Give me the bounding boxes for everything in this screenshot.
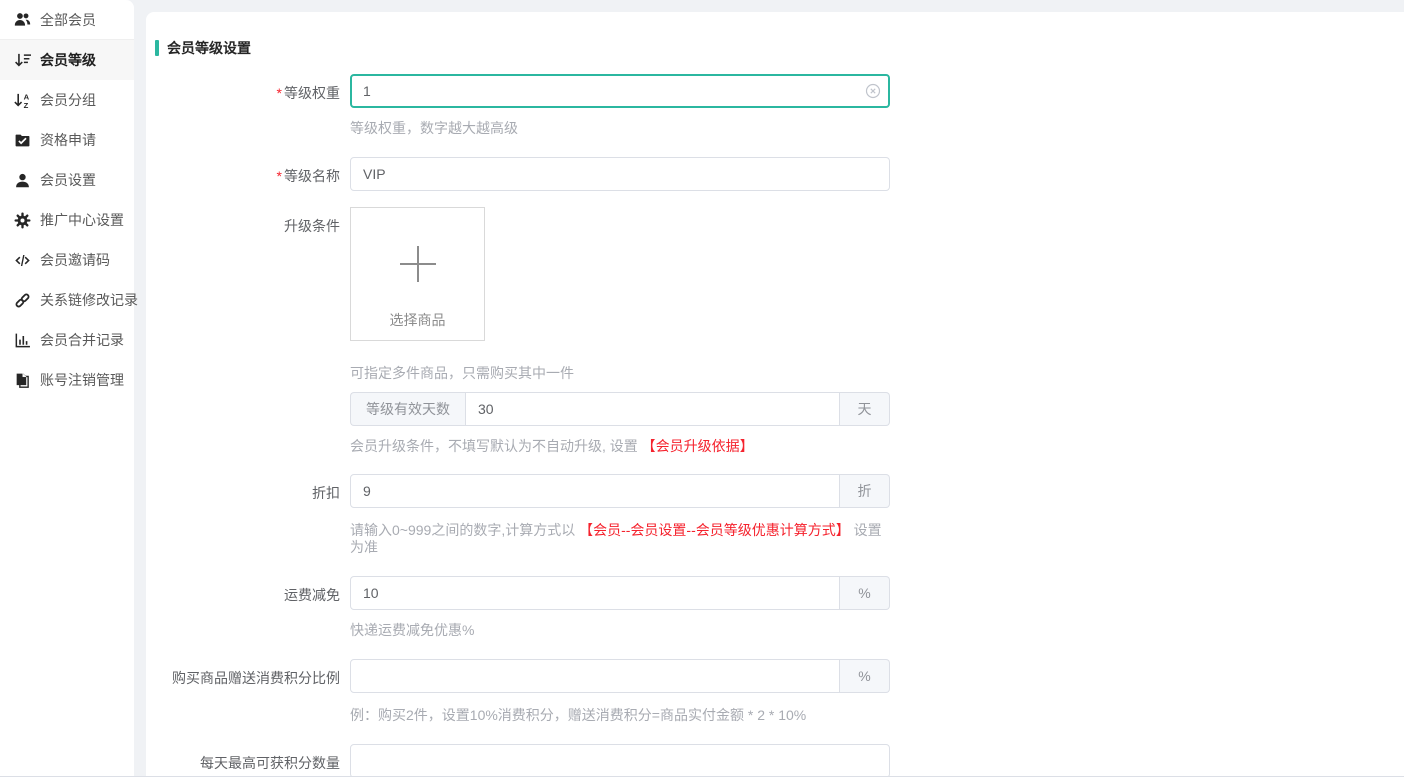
bottom-divider xyxy=(0,776,1404,780)
upgrade-basis-link[interactable]: 【会员升级依据】 xyxy=(642,438,754,454)
sidebar-item-label: 推广中心设置 xyxy=(40,210,124,230)
sidebar-item-relation-log[interactable]: 关系链修改记录 xyxy=(0,280,134,320)
sidebar-item-account-cancel[interactable]: 账号注销管理 xyxy=(0,360,134,400)
points-ratio-group: % xyxy=(350,659,890,693)
discount-group: 折 xyxy=(350,474,890,508)
file-copy-icon xyxy=(14,372,31,389)
shipping-group: % xyxy=(350,576,890,610)
helper-text: 例：购买2件，设置10%消费积分，赠送消费积分=商品实付金额 * 2 * 10% xyxy=(350,707,890,724)
sidebar-item-qualification[interactable]: 资格申请 xyxy=(0,120,134,160)
main-panel: 会员等级设置 *等级权重 等级权重，数字越大越高级 xyxy=(146,12,1404,780)
plus-icon xyxy=(400,246,436,282)
sidebar-item-label: 资格申请 xyxy=(40,130,96,150)
sort-amount-icon xyxy=(14,52,31,69)
helper-text: 请输入0~999之间的数字,计算方式以 【会员--会员设置--会员等级优惠计算方… xyxy=(350,522,890,556)
discount-calc-link[interactable]: 【会员--会员设置--会员等级优惠计算方式】 xyxy=(579,522,850,538)
sidebar: 全部会员 会员等级 AZ 会员分组 资格申请 会员设置 xyxy=(0,0,134,780)
sidebar-item-all-members[interactable]: 全部会员 xyxy=(0,0,134,40)
required-asterisk: * xyxy=(277,168,282,184)
sort-alpha-icon: AZ xyxy=(14,92,31,109)
sidebar-item-label: 关系链修改记录 xyxy=(40,290,138,310)
sidebar-item-label: 会员设置 xyxy=(40,170,96,190)
form-row-upgrade-condition: 升级条件 选择商品 可指定多件商品，只需购买其中一件 等级有效天数 天 会员升级… xyxy=(146,207,1404,455)
member-level-form: *等级权重 等级权重，数字越大越高级 *等级名称 xyxy=(146,74,1404,780)
daily-points-max-input[interactable] xyxy=(350,744,890,778)
title-accent-bar xyxy=(155,40,159,56)
field-label: 每天最高可获积分数量 xyxy=(146,744,340,780)
sidebar-item-member-levels[interactable]: 会员等级 xyxy=(0,40,134,80)
points-ratio-input[interactable] xyxy=(350,659,840,693)
bar-chart-icon xyxy=(14,332,31,349)
points-ratio-unit: % xyxy=(840,659,890,693)
folder-check-icon xyxy=(14,132,31,149)
valid-days-unit: 天 xyxy=(840,392,890,426)
form-row-discount: 折扣 折 请输入0~999之间的数字,计算方式以 【会员--会员设置--会员等级… xyxy=(146,474,1404,556)
helper-text: 等级权重，数字越大越高级 xyxy=(350,120,890,137)
helper-text: 会员升级条件，不填写默认为不自动升级, 设置 【会员升级依据】 xyxy=(350,438,890,455)
sidebar-item-label: 会员等级 xyxy=(40,50,96,70)
sidebar-item-label: 会员邀请码 xyxy=(40,250,110,270)
sidebar-item-promotion-settings[interactable]: 推广中心设置 xyxy=(0,200,134,240)
discount-unit: 折 xyxy=(840,474,890,508)
clear-input-icon[interactable] xyxy=(865,83,881,99)
sidebar-item-label: 会员合并记录 xyxy=(40,330,124,350)
form-row-level-weight: *等级权重 等级权重，数字越大越高级 xyxy=(146,74,1404,137)
field-label: *等级名称 xyxy=(146,157,340,191)
field-label: 购买商品赠送消费积分比例 xyxy=(146,659,340,724)
form-row-daily-points-max: 每天最高可获积分数量 填0或者不填即不限制, (商品赠送、订单赠送、后台充值、充… xyxy=(146,744,1404,780)
form-row-level-name: *等级名称 xyxy=(146,157,1404,191)
form-row-shipping-discount: 运费减免 % 快递运费减免优惠% xyxy=(146,576,1404,639)
valid-days-group: 等级有效天数 天 xyxy=(350,392,890,426)
sidebar-item-member-settings[interactable]: 会员设置 xyxy=(0,160,134,200)
sidebar-item-label: 会员分组 xyxy=(40,90,96,110)
shipping-discount-input[interactable] xyxy=(350,576,840,610)
field-label: 运费减免 xyxy=(146,576,340,639)
field-label: 升级条件 xyxy=(146,207,340,455)
discount-input[interactable] xyxy=(350,474,840,508)
form-row-points-ratio: 购买商品赠送消费积分比例 % 例：购买2件，设置10%消费积分，赠送消费积分=商… xyxy=(146,659,1404,724)
helper-text: 快递运费减免优惠% xyxy=(350,622,890,639)
sidebar-item-merge-log[interactable]: 会员合并记录 xyxy=(0,320,134,360)
helper-text: 可指定多件商品，只需购买其中一件 xyxy=(350,365,890,382)
valid-days-input[interactable] xyxy=(465,392,840,426)
level-weight-input[interactable] xyxy=(350,74,890,108)
sidebar-item-invite-code[interactable]: 会员邀请码 xyxy=(0,240,134,280)
sidebar-item-member-groups[interactable]: AZ 会员分组 xyxy=(0,80,134,120)
sidebar-item-label: 全部会员 xyxy=(40,10,96,30)
link-icon xyxy=(14,292,31,309)
users-icon xyxy=(14,11,31,28)
required-asterisk: * xyxy=(277,85,282,101)
code-icon xyxy=(14,252,31,269)
gear-icon xyxy=(14,212,31,229)
valid-days-prepend-label: 等级有效天数 xyxy=(350,392,465,426)
select-product-button[interactable]: 选择商品 xyxy=(350,207,485,341)
app-root: 全部会员 会员等级 AZ 会员分组 资格申请 会员设置 xyxy=(0,0,1404,780)
level-name-input[interactable] xyxy=(350,157,890,191)
svg-text:Z: Z xyxy=(24,100,29,108)
page-title: 会员等级设置 xyxy=(155,38,1404,58)
user-icon xyxy=(14,172,31,189)
field-label: *等级权重 xyxy=(146,74,340,137)
field-label: 折扣 xyxy=(146,474,340,556)
shipping-unit: % xyxy=(840,576,890,610)
sidebar-item-label: 账号注销管理 xyxy=(40,370,124,390)
